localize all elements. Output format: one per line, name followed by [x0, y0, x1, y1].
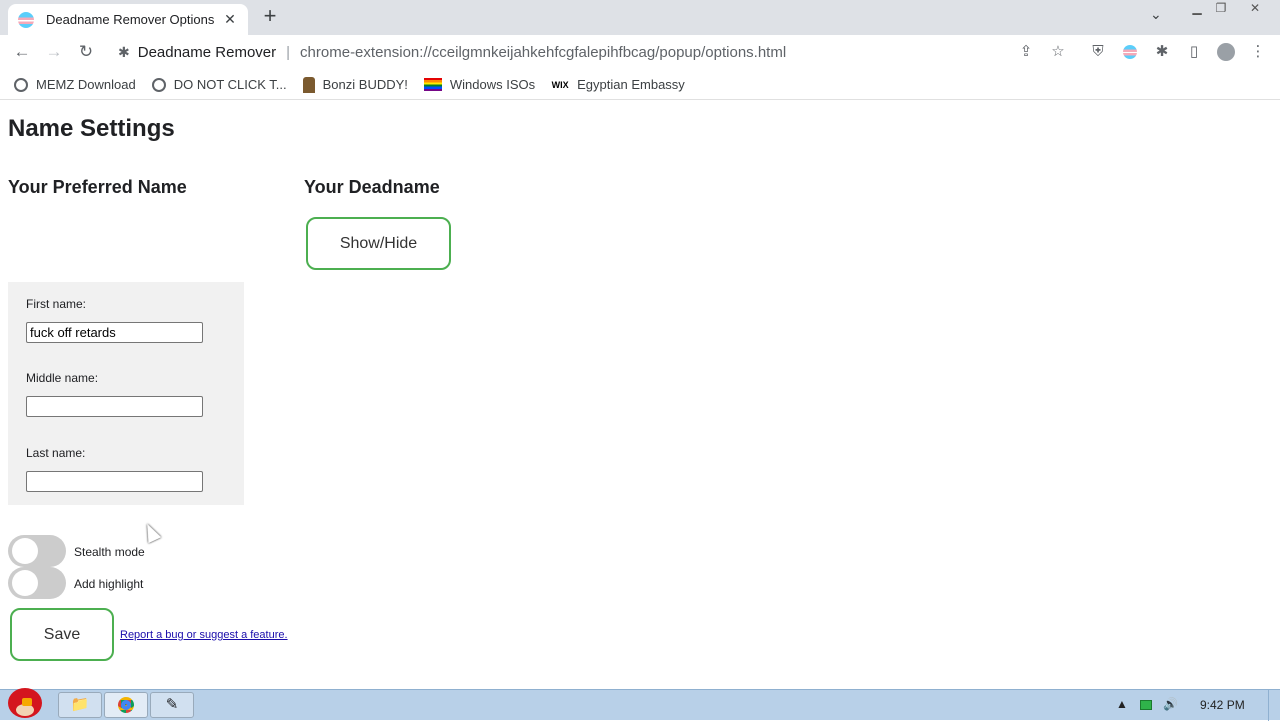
extension-puzzle-icon: ✱	[118, 43, 130, 60]
stealth-mode-label: Stealth mode	[74, 545, 145, 559]
first-name-label: First name:	[26, 297, 87, 311]
globe-icon	[151, 77, 166, 92]
trans-flag-icon	[18, 11, 34, 28]
toggle-knob	[12, 538, 38, 564]
side-panel-icon[interactable]: ▯	[1183, 42, 1205, 62]
chrome-taskbar-icon[interactable]	[104, 692, 148, 718]
bookmark-do-not-click[interactable]: DO NOT CLICK T...	[151, 77, 287, 92]
back-icon[interactable]: ←	[10, 40, 34, 64]
show-desktop-button[interactable]	[1268, 690, 1280, 721]
bookmark-bonzi[interactable]: Bonzi BUDDY!	[302, 76, 408, 93]
bookmark-label: Egyptian Embassy	[577, 77, 685, 92]
toggle-knob	[12, 570, 38, 596]
stealth-mode-toggle[interactable]	[8, 535, 66, 567]
network-icon[interactable]	[1140, 697, 1152, 711]
tab-strip: Deadname Remover Options ✕ + ⌄ ▁ ❐ ✕	[0, 0, 1280, 35]
extensions-icon[interactable]: ✱	[1151, 42, 1173, 62]
first-name-field[interactable]	[26, 322, 203, 343]
bookmark-label: Windows ISOs	[449, 77, 536, 92]
address-separator: |	[286, 43, 291, 61]
middle-name-label: Middle name:	[26, 371, 99, 385]
mouse-cursor-icon	[140, 520, 162, 544]
wix-icon: WIX	[551, 79, 569, 90]
profile-avatar-icon[interactable]	[1215, 42, 1237, 62]
add-highlight-toggle[interactable]	[8, 567, 66, 599]
deadname-heading: Your Deadname	[304, 177, 440, 197]
last-name-label: Last name:	[26, 446, 86, 460]
preferred-name-form: First name: Middle name: Last name:	[8, 282, 244, 505]
tab-search-chevron-icon[interactable]: ⌄	[1150, 6, 1162, 23]
preferred-name-heading: Your Preferred Name	[8, 177, 187, 197]
bookmark-label: MEMZ Download	[36, 77, 136, 92]
forward-icon[interactable]: →	[42, 40, 66, 64]
restore-button[interactable]: ❐	[1206, 0, 1236, 18]
tab-title: Deadname Remover Options	[46, 12, 215, 27]
start-button-angry-bird-icon[interactable]	[4, 682, 46, 720]
active-tab[interactable]: Deadname Remover Options ✕	[8, 4, 248, 35]
show-hide-button[interactable]: Show/Hide	[306, 217, 451, 270]
new-tab-button[interactable]: +	[258, 5, 282, 29]
windows-taskbar: 📁 ✎ ▲ 🔊 9:42 PM	[0, 688, 1280, 721]
bonzi-icon	[302, 76, 315, 93]
globe-icon	[14, 77, 28, 92]
deadname-remover-extension-icon[interactable]	[1119, 42, 1141, 62]
last-name-field[interactable]	[26, 471, 203, 492]
options-page: Name Settings Your Preferred Name Your D…	[0, 101, 1280, 689]
save-button[interactable]: Save	[10, 608, 114, 661]
rainbow-icon	[423, 78, 442, 91]
bookmark-memz[interactable]: MEMZ Download	[14, 77, 136, 92]
address-site-name: Deadname Remover	[137, 43, 277, 61]
bookmark-label: DO NOT CLICK T...	[173, 77, 287, 92]
volume-icon[interactable]: 🔊	[1163, 697, 1178, 711]
reload-icon[interactable]: ↻	[74, 40, 98, 64]
file-explorer-taskbar-icon[interactable]: 📁	[58, 692, 102, 718]
shield-extension-icon[interactable]: ⛨	[1087, 42, 1109, 62]
bookmark-label: Bonzi BUDDY!	[322, 77, 408, 92]
app-taskbar-icon[interactable]: ✎	[150, 692, 194, 718]
report-bug-link[interactable]: Report a bug or suggest a feature.	[120, 629, 288, 641]
tray-expand-icon[interactable]: ▲	[1116, 697, 1128, 711]
close-window-button[interactable]: ✕	[1240, 0, 1270, 18]
page-title: Name Settings	[8, 115, 175, 142]
address-url: chrome-extension://cceilgmnkeijahkehfcgf…	[300, 43, 787, 61]
close-tab-icon[interactable]: ✕	[222, 11, 238, 28]
browser-toolbar: ← → ↻ ✱ Deadname Remover | chrome-extens…	[0, 35, 1280, 69]
share-icon[interactable]: ⇪	[1015, 42, 1037, 62]
bookmark-egyptian-embassy[interactable]: WIX Egyptian Embassy	[551, 77, 685, 93]
bookmark-star-icon[interactable]: ☆	[1047, 42, 1069, 62]
address-bar[interactable]: ✱ Deadname Remover | chrome-extension://…	[108, 39, 1074, 65]
middle-name-field[interactable]	[26, 396, 203, 417]
add-highlight-label: Add highlight	[74, 577, 144, 591]
bookmarks-bar: MEMZ Download DO NOT CLICK T... Bonzi BU…	[0, 70, 1280, 100]
taskbar-clock[interactable]: 9:42 PM	[1200, 698, 1245, 712]
bookmark-windows-isos[interactable]: Windows ISOs	[423, 77, 536, 92]
menu-kebab-icon[interactable]: ⋮	[1247, 42, 1269, 62]
